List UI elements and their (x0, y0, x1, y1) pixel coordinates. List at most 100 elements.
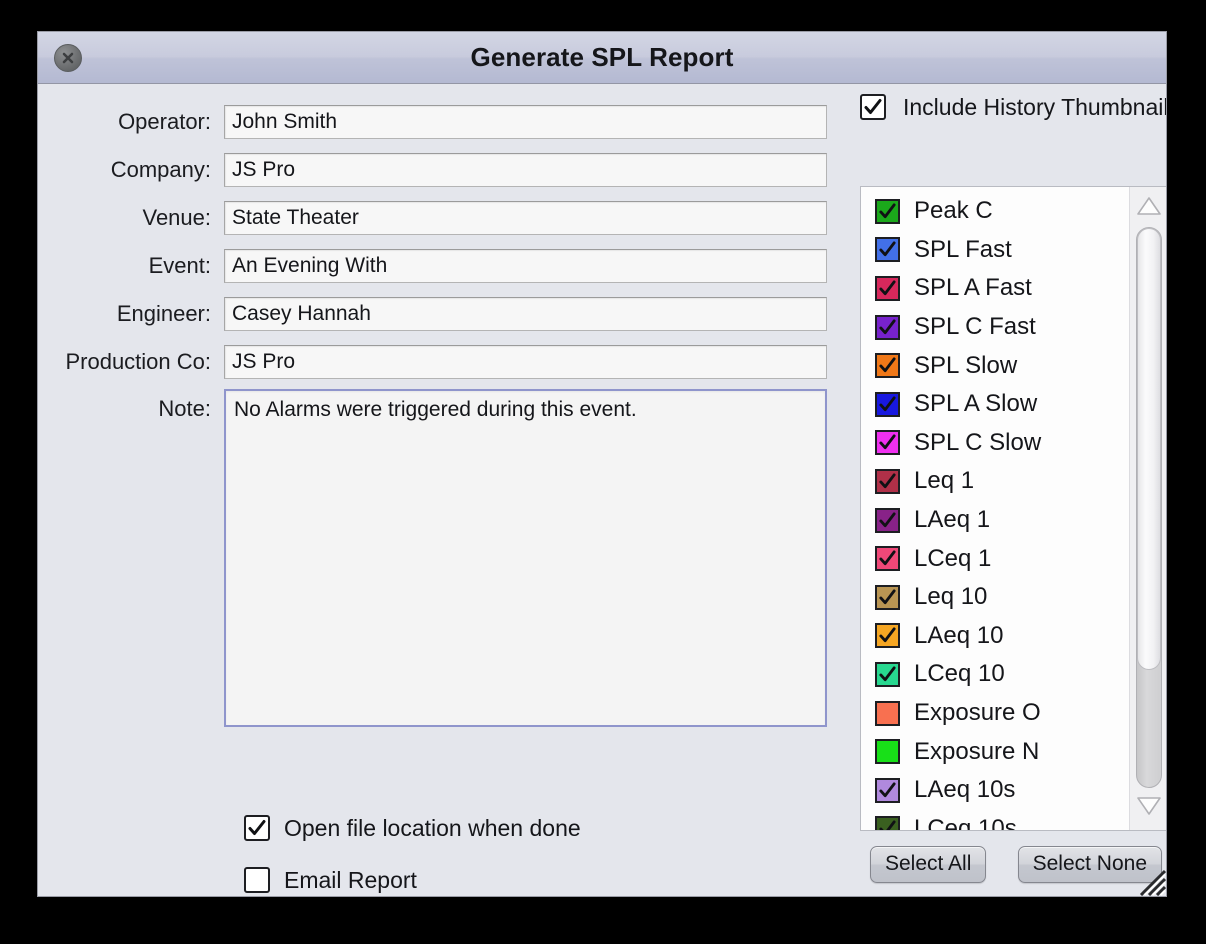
metric-row[interactable]: SPL C Fast (861, 308, 1129, 347)
metric-checkbox[interactable] (875, 623, 900, 648)
title-bar: Generate SPL Report (38, 32, 1166, 84)
note-label: Note: (56, 389, 224, 422)
resize-grip-icon (1132, 862, 1166, 896)
metric-checkbox[interactable] (875, 237, 900, 262)
metric-row[interactable]: LAeq 10s (861, 771, 1129, 810)
metric-row[interactable]: LCeq 10 (861, 655, 1129, 694)
note-textarea[interactable]: No Alarms were triggered during this eve… (224, 389, 827, 727)
event-label: Event: (56, 253, 224, 279)
metric-row[interactable]: SPL A Fast (861, 269, 1129, 308)
metric-checkbox[interactable] (875, 276, 900, 301)
include-history-thumbnails-checkbox[interactable] (860, 94, 886, 120)
metric-row[interactable]: LCeq 10s (861, 810, 1129, 832)
metric-checkbox[interactable] (875, 546, 900, 571)
metric-label: Leq 1 (914, 469, 974, 493)
close-x-icon (61, 51, 75, 65)
metric-label: LCeq 1 (914, 547, 991, 571)
metric-row[interactable]: LAeq 10 (861, 617, 1129, 656)
checkmark-icon (878, 549, 897, 568)
close-button[interactable] (54, 44, 82, 72)
include-history-thumbnails-row[interactable]: Include History Thumbnails (856, 84, 1167, 130)
production-co-input[interactable] (224, 345, 827, 379)
metrics-list-scrollbar[interactable] (1129, 187, 1167, 830)
metrics-list: Peak CSPL FastSPL A Fast SPL C Fast SPL Sl… (861, 187, 1129, 831)
metric-checkbox[interactable] (875, 353, 900, 378)
checkmark-icon (863, 97, 883, 117)
metric-label: Exposure O (914, 701, 1041, 725)
metric-checkbox[interactable] (875, 701, 900, 726)
venue-label: Venue: (56, 205, 224, 231)
metric-row[interactable]: Exposure N (861, 732, 1129, 771)
metric-checkbox[interactable] (875, 199, 900, 224)
operator-label: Operator: (56, 109, 224, 135)
metric-row[interactable]: Leq 1 (861, 462, 1129, 501)
event-input[interactable] (224, 249, 827, 283)
scroll-down-arrow[interactable] (1136, 795, 1162, 822)
email-report-checkbox[interactable] (244, 867, 270, 893)
company-input[interactable] (224, 153, 827, 187)
resize-grip[interactable] (1132, 862, 1166, 896)
open-file-location-checkbox[interactable] (244, 815, 270, 841)
metric-label: SPL A Slow (914, 392, 1037, 416)
right-panel: Include History Thumbnails Peak CSPL Fas… (856, 84, 1167, 896)
include-history-thumbnails-label: Include History Thumbnails (903, 94, 1167, 121)
checkmark-icon (878, 472, 897, 491)
triangle-down-icon (1136, 795, 1162, 817)
metric-checkbox[interactable] (875, 739, 900, 764)
email-report-label: Email Report (284, 867, 417, 894)
metric-row[interactable]: LAeq 1 (861, 501, 1129, 540)
metric-row[interactable]: SPL C Slow (861, 424, 1129, 463)
checkmark-icon (878, 240, 897, 259)
metric-label: LAeq 10s (914, 778, 1015, 802)
metric-label: SPL C Slow (914, 431, 1041, 455)
metric-checkbox[interactable] (875, 430, 900, 455)
checkmark-icon (878, 588, 897, 607)
metric-checkbox[interactable] (875, 585, 900, 610)
venue-input[interactable] (224, 201, 827, 235)
scrollbar-track[interactable] (1136, 227, 1162, 788)
checkmark-icon (878, 356, 897, 375)
metric-checkbox[interactable] (875, 469, 900, 494)
metric-checkbox[interactable] (875, 662, 900, 687)
checkmark-icon (878, 665, 897, 684)
generate-spl-report-dialog: Generate SPL Report Operator: Company: V… (37, 31, 1167, 897)
metric-label: Exposure N (914, 740, 1039, 764)
metric-row[interactable]: LCeq 1 (861, 539, 1129, 578)
metric-checkbox[interactable] (875, 508, 900, 533)
metric-row[interactable]: SPL Fast (861, 231, 1129, 270)
company-label: Company: (56, 157, 224, 183)
form-row-production-co: Production Co: (38, 338, 828, 386)
scrollbar-thumb[interactable] (1137, 228, 1161, 670)
create-button[interactable]: Create (1065, 896, 1158, 897)
checkmark-icon (878, 279, 897, 298)
metric-row[interactable]: SPL A Slow (861, 385, 1129, 424)
select-all-button[interactable]: Select All (870, 846, 986, 883)
option-open-file-location[interactable]: Open file location when done (244, 802, 581, 854)
metric-row[interactable]: Peak C (861, 192, 1129, 231)
metric-label: LAeq 1 (914, 508, 990, 532)
metric-label: LCeq 10s (914, 817, 1017, 831)
scroll-up-arrow[interactable] (1136, 195, 1162, 222)
checkmark-icon (878, 819, 897, 831)
engineer-input[interactable] (224, 297, 827, 331)
form-row-operator: Operator: (38, 98, 828, 146)
form-panel: Operator: Company: Venue: Event: Enginee… (38, 84, 828, 727)
metric-row[interactable]: SPL Slow (861, 346, 1129, 385)
form-row-note: Note: No Alarms were triggered during th… (38, 389, 828, 727)
operator-input[interactable] (224, 105, 827, 139)
production-co-label: Production Co: (56, 349, 224, 375)
metric-row[interactable]: Exposure O (861, 694, 1129, 733)
metrics-listbox[interactable]: Peak CSPL FastSPL A Fast SPL C Fast SPL Sl… (860, 186, 1167, 831)
engineer-label: Engineer: (56, 301, 224, 327)
option-email-report[interactable]: Email Report (244, 854, 581, 897)
metric-row[interactable]: Leq 10 (861, 578, 1129, 617)
form-row-engineer: Engineer: (38, 290, 828, 338)
metric-label: SPL C Fast (914, 315, 1036, 339)
metric-checkbox[interactable] (875, 778, 900, 803)
metric-checkbox[interactable] (875, 315, 900, 340)
metric-label: LCeq 10 (914, 662, 1005, 686)
checkmark-icon (878, 318, 897, 337)
form-row-venue: Venue: (38, 194, 828, 242)
metric-checkbox[interactable] (875, 392, 900, 417)
metric-checkbox[interactable] (875, 816, 900, 831)
